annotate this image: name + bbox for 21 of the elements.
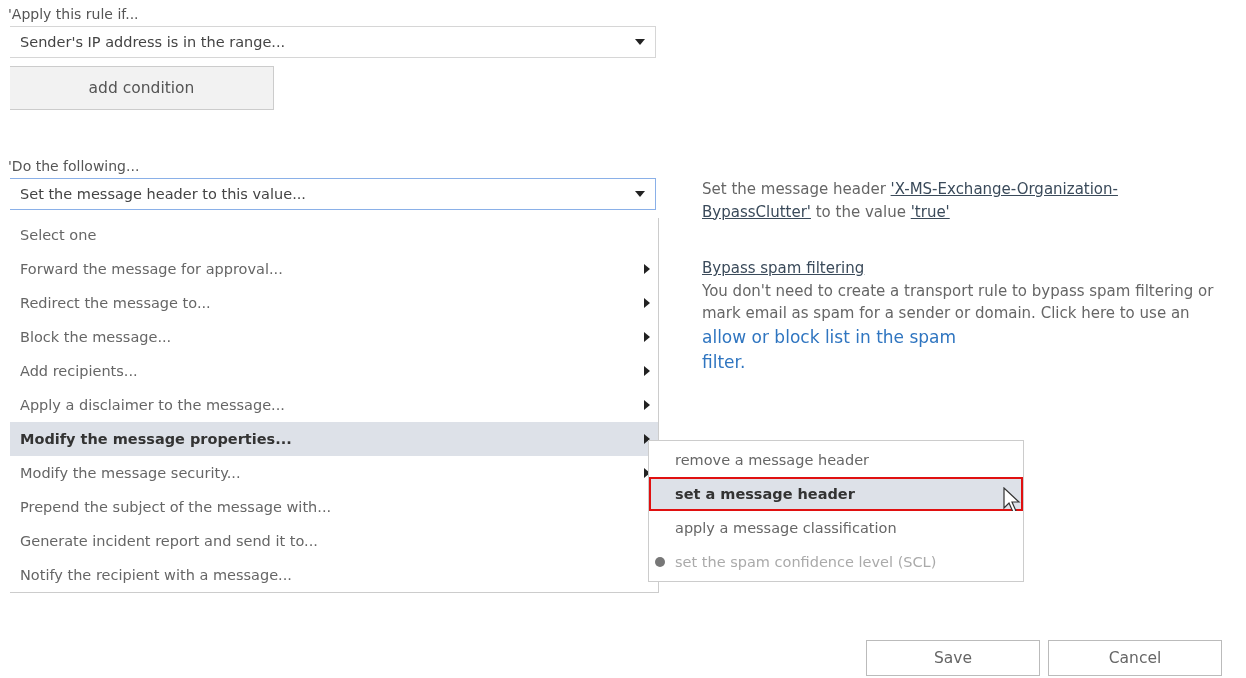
- condition-select[interactable]: Sender's IP address is in the range...: [10, 26, 656, 58]
- value-link[interactable]: 'true': [910, 202, 950, 221]
- caret-icon: [635, 39, 645, 45]
- submenu-item[interactable]: set a message header: [649, 477, 1023, 511]
- header-link[interactable]: 'X-MS-Exchange-Organization-: [890, 180, 1118, 198]
- spam-filter-link[interactable]: filter.: [702, 352, 746, 372]
- action-select[interactable]: Set the message header to this value...: [10, 178, 656, 210]
- menu-item[interactable]: Modify the message properties...: [10, 422, 658, 456]
- field-label: 'Apply this rule if...: [8, 6, 140, 22]
- add-condition-button[interactable]: add condition: [10, 66, 274, 110]
- caret-icon: [635, 191, 645, 197]
- spam-filter-link[interactable]: allow or block list in the spam: [702, 326, 957, 347]
- field-label: 'Do the following...: [8, 158, 141, 174]
- tip-title-link[interactable]: Bypass spam filtering: [702, 257, 1242, 280]
- radio-dot-icon: [655, 557, 665, 567]
- tip-text: You don't need to create a transport rule to bypass spam filtering or mark email as spam for a sender or domain. Click here to use an allow or block list in the spam filter.: [702, 280, 1215, 374]
- save-button[interactable]: Save: [866, 640, 1040, 676]
- header-link[interactable]: BypassClutter': [702, 202, 811, 221]
- description-text: Set the message header 'X-MS-Exchange-Organization- BypassClutter' to the value 'true': [702, 179, 1119, 223]
- cancel-button[interactable]: Cancel: [1048, 640, 1222, 676]
- cursor-icon: [1003, 487, 1021, 513]
